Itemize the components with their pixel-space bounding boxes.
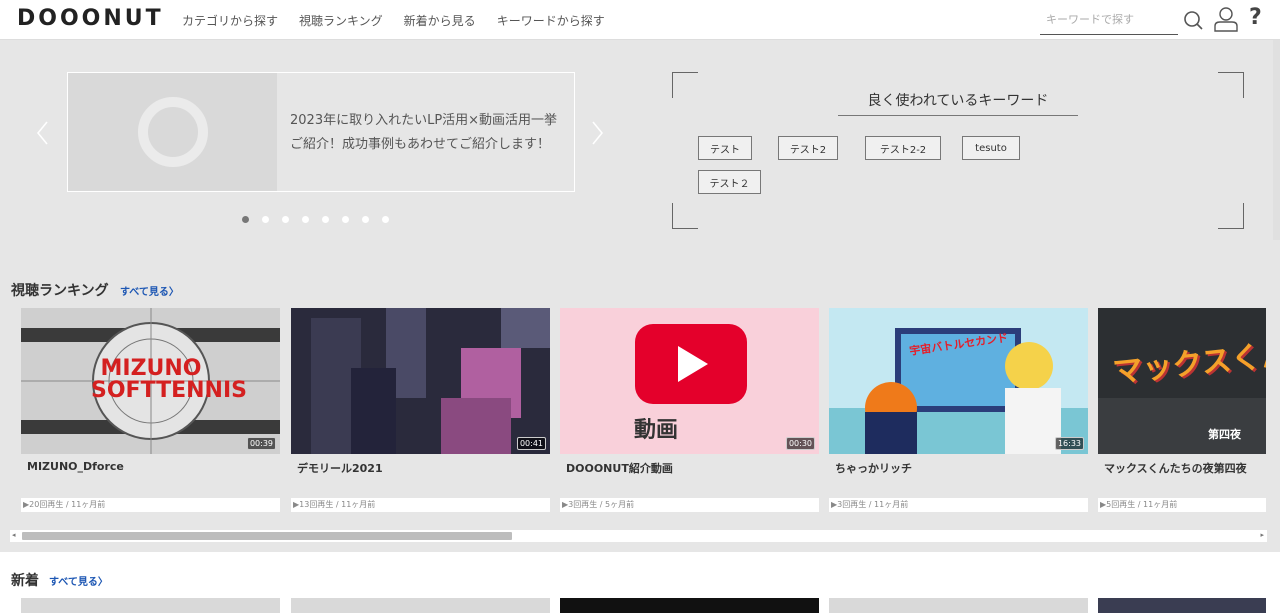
keyword-frame-corner xyxy=(1218,203,1244,229)
thumbnail-text: MIZUNO SOFTTENNIS xyxy=(91,356,247,403)
video-meta: ▶3回再生 / 5ヶ月前 xyxy=(560,498,819,512)
thumbnail-text: 動画 xyxy=(634,418,679,443)
scroll-right-icon[interactable]: ▸ xyxy=(1260,531,1264,539)
new-video-thumbnail[interactable] xyxy=(829,598,1088,613)
video-meta: ▶20回再生 / 11ヶ月前 xyxy=(21,498,280,512)
slider-dot[interactable] xyxy=(262,216,269,223)
page-scrollbar[interactable] xyxy=(1273,40,1280,240)
slider-dot[interactable] xyxy=(242,216,249,223)
slider-dot[interactable] xyxy=(282,216,289,223)
search-box xyxy=(1040,6,1178,35)
logo[interactable]: DOOONUT xyxy=(17,8,164,30)
thumbnail-subtext: 第四夜 xyxy=(1208,428,1241,441)
slider-dot[interactable] xyxy=(302,216,309,223)
slider-dots xyxy=(242,216,402,223)
anime-thumbnail-art xyxy=(829,308,1088,454)
video-duration: 16:33 xyxy=(1054,437,1084,450)
keyword-frame-corner xyxy=(672,72,698,98)
video-duration: 00:41 xyxy=(516,437,546,450)
nav-item-keyword[interactable]: キーワードから探す xyxy=(497,12,605,29)
video-meta: ▶3回再生 / 11ヶ月前 xyxy=(829,498,1088,512)
search-input[interactable] xyxy=(1040,6,1160,32)
video-title[interactable]: DOOONUT紹介動画 xyxy=(566,460,673,476)
video-card[interactable]: 00:41 デモリール2021 ▶13回再生 / 11ヶ月前 xyxy=(291,308,550,512)
nav-item-new[interactable]: 新着から見る xyxy=(404,12,476,29)
slider-dot[interactable] xyxy=(362,216,369,223)
scroll-left-icon[interactable]: ◂ xyxy=(12,531,16,539)
nav-item-category[interactable]: カテゴリから探す xyxy=(182,12,278,29)
ranking-see-all-link[interactable]: すべて見る〉 xyxy=(120,283,179,298)
demoreel-thumbnail-art xyxy=(291,308,550,454)
slider-prev-icon[interactable] xyxy=(34,118,50,148)
banner-thumbnail xyxy=(68,73,277,191)
video-thumbnail[interactable]: 動画 00:30 xyxy=(560,308,819,454)
video-duration: 00:39 xyxy=(246,437,276,450)
nav-item-ranking[interactable]: 視聴ランキング xyxy=(299,12,383,29)
ranking-title: 視聴ランキング xyxy=(11,283,109,299)
keyword-tag[interactable]: テスト2-2 xyxy=(865,136,941,160)
keyword-frame-corner xyxy=(1218,72,1244,98)
new-video-thumbnail[interactable] xyxy=(291,598,550,613)
video-duration: 00:30 xyxy=(785,437,815,450)
video-card[interactable]: マックスくん 第四夜 マックスくんたちの夜第四夜 ▶5回再生 / 11ヶ月前 xyxy=(1098,308,1266,512)
keyword-tag[interactable]: tesuto xyxy=(962,136,1020,160)
banner-slide[interactable]: 2023年に取り入れたいLP活用×動画活用一挙ご紹介！成功事例もあわせてご紹介し… xyxy=(67,72,575,192)
video-meta: ▶5回再生 / 11ヶ月前 xyxy=(1098,498,1266,512)
video-thumbnail[interactable]: 00:41 xyxy=(291,308,550,454)
slider-dot[interactable] xyxy=(342,216,349,223)
user-icon[interactable] xyxy=(1213,6,1239,32)
header: DOOONUT カテゴリから探す 視聴ランキング 新着から見る キーワードから探… xyxy=(0,0,1280,40)
new-video-thumbnail[interactable] xyxy=(560,598,819,613)
slider-dot[interactable] xyxy=(322,216,329,223)
video-card[interactable]: MIZUNO SOFTTENNIS 00:39 MIZUNO_Dforce ▶2… xyxy=(21,308,280,512)
placeholder-ring-icon xyxy=(138,97,208,167)
new-video-thumbnail[interactable] xyxy=(21,598,280,613)
new-see-all-link[interactable]: すべて見る〉 xyxy=(49,573,108,588)
video-title[interactable]: デモリール2021 xyxy=(297,460,383,476)
search-icon[interactable] xyxy=(1183,10,1203,30)
scroll-thumb[interactable] xyxy=(22,532,512,540)
keyword-tag[interactable]: テスト2 xyxy=(778,136,838,160)
help-icon[interactable]: ? xyxy=(1249,5,1262,31)
video-thumbnail[interactable]: マックスくん 第四夜 xyxy=(1098,308,1266,454)
new-video-thumbnail[interactable] xyxy=(1098,598,1266,613)
keyword-frame-corner xyxy=(672,203,698,229)
ranking-scrollbar[interactable]: ◂ ▸ xyxy=(10,530,1267,542)
video-title[interactable]: ちゃっかリッチ xyxy=(835,460,912,476)
banner-text: 2023年に取り入れたいLP活用×動画活用一挙ご紹介！成功事例もあわせてご紹介し… xyxy=(290,113,558,152)
main-nav: カテゴリから探す 視聴ランキング 新着から見る キーワードから探す xyxy=(182,0,626,40)
video-card[interactable]: 動画 00:30 DOOONUT紹介動画 ▶3回再生 / 5ヶ月前 xyxy=(560,308,819,512)
video-title[interactable]: マックスくんたちの夜第四夜 xyxy=(1104,460,1247,476)
keyword-title: 良く使われているキーワード xyxy=(838,90,1078,116)
keyword-tag[interactable]: テスト xyxy=(698,136,752,160)
slider-dot[interactable] xyxy=(382,216,389,223)
video-thumbnail[interactable]: MIZUNO SOFTTENNIS 00:39 xyxy=(21,308,280,454)
play-button-icon xyxy=(560,308,819,454)
slider-next-icon[interactable] xyxy=(590,118,606,148)
video-title[interactable]: MIZUNO_Dforce xyxy=(27,460,124,473)
video-meta: ▶13回再生 / 11ヶ月前 xyxy=(291,498,550,512)
video-card[interactable]: 宇宙バトルセカンド 16:33 ちゃっかリッチ ▶3回再生 / 11ヶ月前 xyxy=(829,308,1088,512)
new-title: 新着 xyxy=(11,573,39,589)
keyword-tag[interactable]: テスト２ xyxy=(698,170,761,194)
video-thumbnail[interactable]: 宇宙バトルセカンド 16:33 xyxy=(829,308,1088,454)
